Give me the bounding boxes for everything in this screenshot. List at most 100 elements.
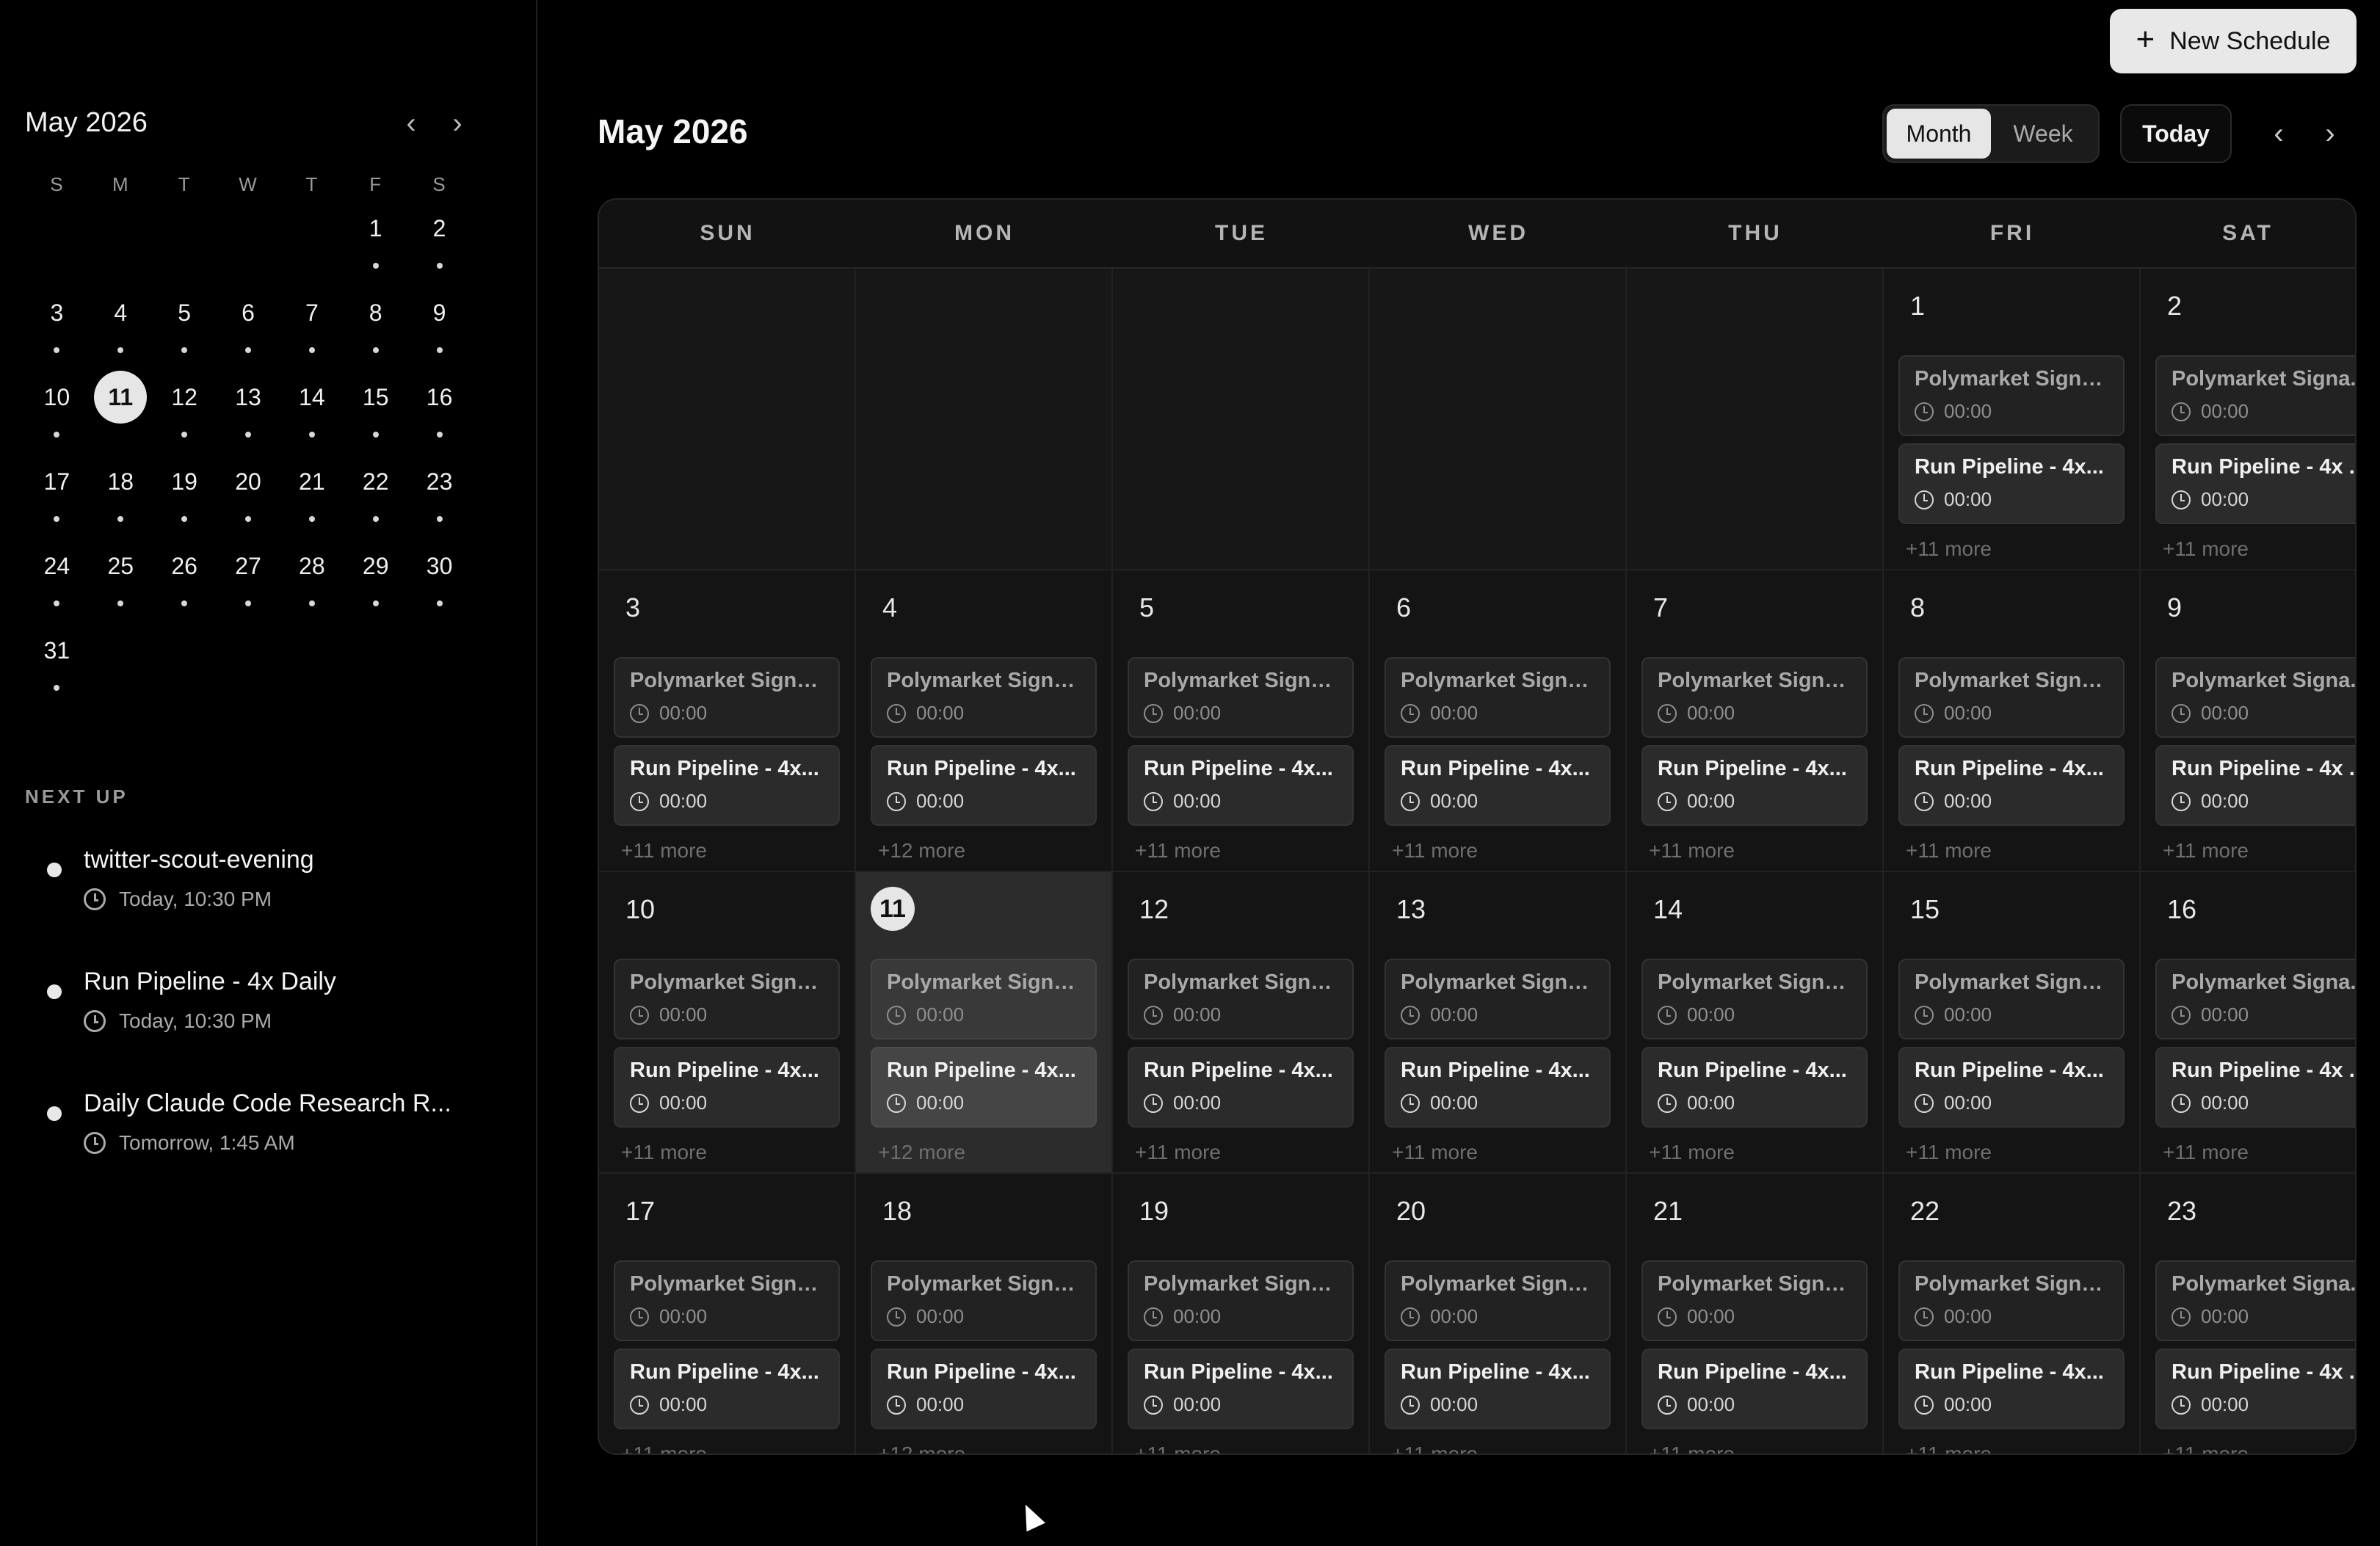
more-events-link[interactable]: +11 more bbox=[1906, 1442, 1992, 1454]
more-events-link[interactable]: +11 more bbox=[2163, 537, 2249, 561]
more-events-link[interactable]: +11 more bbox=[1392, 1141, 1478, 1164]
mini-day[interactable]: 30 bbox=[407, 540, 471, 625]
event-polymarket[interactable]: Polymarket Signa... 00:00 bbox=[614, 959, 840, 1039]
event-run-pipeline[interactable]: Run Pipeline - 4x... 00:00 bbox=[614, 1047, 840, 1128]
new-schedule-button[interactable]: + New Schedule bbox=[2110, 9, 2357, 73]
calendar-day-cell[interactable]: 5 Polymarket Signa... 00:00 Run Pipeline - … bbox=[1113, 570, 1370, 872]
more-events-link[interactable]: +11 more bbox=[621, 1141, 707, 1164]
mini-day[interactable]: 28 bbox=[280, 540, 344, 625]
event-polymarket[interactable]: Polymarket Signa... 00:00 bbox=[1641, 1260, 1868, 1341]
event-run-pipeline[interactable]: Run Pipeline - 4x... 00:00 bbox=[1898, 1047, 2125, 1128]
event-polymarket[interactable]: Polymarket Signa... 00:00 bbox=[1641, 959, 1868, 1039]
mini-day[interactable]: 20 bbox=[217, 456, 280, 540]
more-events-link[interactable]: +11 more bbox=[621, 839, 707, 863]
calendar-day-cell[interactable]: 12 Polymarket Signa... 00:00 Run Pipeline -… bbox=[1113, 872, 1370, 1174]
event-polymarket[interactable]: Polymarket Signa... 00:00 bbox=[871, 959, 1097, 1039]
event-polymarket[interactable]: Polymarket Signa... 00:00 bbox=[1385, 1260, 1611, 1341]
event-run-pipeline[interactable]: Run Pipeline - 4x... 00:00 bbox=[614, 745, 840, 826]
mini-prev-month-chevron-left-icon[interactable]: ‹ bbox=[396, 107, 426, 139]
event-run-pipeline[interactable]: Run Pipeline - 4x... 00:00 bbox=[614, 1349, 840, 1429]
mini-day[interactable]: 22 bbox=[344, 456, 407, 540]
mini-day[interactable]: 14 bbox=[280, 371, 344, 456]
event-polymarket[interactable]: Polymarket Signa... 00:00 bbox=[2155, 1260, 2355, 1341]
event-run-pipeline[interactable]: Run Pipeline - 4x... 00:00 bbox=[1385, 1047, 1611, 1128]
event-run-pipeline[interactable]: Run Pipeline - 4x... 00:00 bbox=[1898, 443, 2125, 524]
event-run-pipeline[interactable]: Run Pipeline - 4x... 00:00 bbox=[1641, 1349, 1868, 1429]
event-run-pipeline[interactable]: Run Pipeline - 4x... 00:00 bbox=[871, 1047, 1097, 1128]
calendar-day-cell[interactable]: 2 Polymarket Signa... 00:00 Run Pipeline - … bbox=[2141, 269, 2355, 570]
mini-day[interactable]: 24 bbox=[25, 540, 89, 625]
calendar-day-cell[interactable]: 9 Polymarket Signa... 00:00 Run Pipeline - … bbox=[2141, 570, 2355, 872]
event-polymarket[interactable]: Polymarket Signa... 00:00 bbox=[2155, 355, 2355, 436]
mini-day[interactable]: 23 bbox=[407, 456, 471, 540]
event-run-pipeline[interactable]: Run Pipeline - 4x ... 00:00 bbox=[2155, 745, 2355, 826]
mini-day[interactable]: 5 bbox=[153, 287, 217, 371]
more-events-link[interactable]: +11 more bbox=[1649, 1442, 1735, 1454]
event-polymarket[interactable]: Polymarket Signa... 00:00 bbox=[1898, 657, 2125, 738]
event-polymarket[interactable]: Polymarket Signa... 00:00 bbox=[1641, 657, 1868, 738]
next-month-chevron-right-icon[interactable]: › bbox=[2315, 117, 2345, 150]
view-week-option[interactable]: Week bbox=[1991, 109, 2095, 159]
mini-day[interactable]: 2 bbox=[407, 203, 471, 287]
more-events-link[interactable]: +12 more bbox=[878, 1141, 965, 1164]
mini-next-month-chevron-right-icon[interactable]: › bbox=[443, 107, 472, 139]
mini-day[interactable]: 15 bbox=[344, 371, 407, 456]
calendar-day-cell[interactable]: 6 Polymarket Signa... 00:00 Run Pipeline - … bbox=[1370, 570, 1627, 872]
event-run-pipeline[interactable]: Run Pipeline - 4x... 00:00 bbox=[871, 1349, 1097, 1429]
event-run-pipeline[interactable]: Run Pipeline - 4x... 00:00 bbox=[1128, 1349, 1354, 1429]
more-events-link[interactable]: +11 more bbox=[1649, 839, 1735, 863]
mini-day[interactable]: 12 bbox=[153, 371, 217, 456]
more-events-link[interactable]: +11 more bbox=[1906, 1141, 1992, 1164]
event-run-pipeline[interactable]: Run Pipeline - 4x ... 00:00 bbox=[2155, 1047, 2355, 1128]
calendar-day-cell[interactable]: 17 Polymarket Signa... 00:00 Run Pipeline -… bbox=[599, 1174, 856, 1454]
more-events-link[interactable]: +12 more bbox=[878, 1442, 965, 1454]
calendar-day-cell[interactable]: 7 Polymarket Signa... 00:00 Run Pipeline - … bbox=[1627, 570, 1884, 872]
next-up-item[interactable]: Daily Claude Code Research R... Tomorrow,… bbox=[25, 1089, 495, 1211]
event-polymarket[interactable]: Polymarket Signa... 00:00 bbox=[1898, 959, 2125, 1039]
calendar-day-cell[interactable]: 11 Polymarket Signa... 00:00 Run Pipeline -… bbox=[856, 872, 1113, 1174]
mini-day[interactable]: 13 bbox=[217, 371, 280, 456]
event-run-pipeline[interactable]: Run Pipeline - 4x... 00:00 bbox=[1128, 1047, 1354, 1128]
more-events-link[interactable]: +12 more bbox=[878, 839, 965, 863]
event-polymarket[interactable]: Polymarket Signa... 00:00 bbox=[1898, 355, 2125, 436]
calendar-day-cell[interactable]: 18 Polymarket Signa... 00:00 Run Pipeline -… bbox=[856, 1174, 1113, 1454]
mini-day[interactable]: 29 bbox=[344, 540, 407, 625]
event-run-pipeline[interactable]: Run Pipeline - 4x... 00:00 bbox=[1641, 745, 1868, 826]
more-events-link[interactable]: +11 more bbox=[1649, 1141, 1735, 1164]
more-events-link[interactable]: +11 more bbox=[1135, 1442, 1221, 1454]
event-polymarket[interactable]: Polymarket Signa... 00:00 bbox=[614, 1260, 840, 1341]
event-run-pipeline[interactable]: Run Pipeline - 4x ... 00:00 bbox=[2155, 1349, 2355, 1429]
event-polymarket[interactable]: Polymarket Signa... 00:00 bbox=[2155, 959, 2355, 1039]
mini-day[interactable]: 27 bbox=[217, 540, 280, 625]
calendar-day-cell[interactable]: 13 Polymarket Signa... 00:00 Run Pipeline -… bbox=[1370, 872, 1627, 1174]
more-events-link[interactable]: +11 more bbox=[1392, 839, 1478, 863]
more-events-link[interactable]: +11 more bbox=[1906, 839, 1992, 863]
calendar-day-cell[interactable]: 14 Polymarket Signa... 00:00 Run Pipeline -… bbox=[1627, 872, 1884, 1174]
mini-day[interactable]: 11 bbox=[89, 371, 153, 456]
more-events-link[interactable]: +11 more bbox=[1135, 1141, 1221, 1164]
more-events-link[interactable]: +11 more bbox=[1906, 537, 1992, 561]
view-month-option[interactable]: Month bbox=[1887, 109, 1991, 159]
next-up-item[interactable]: twitter-scout-evening Today, 10:30 PM bbox=[25, 846, 495, 968]
calendar-day-cell[interactable]: 1 Polymarket Signa... 00:00 Run Pipeline - … bbox=[1884, 269, 2141, 570]
event-polymarket[interactable]: Polymarket Signa... 00:00 bbox=[2155, 657, 2355, 738]
more-events-link[interactable]: +11 more bbox=[1135, 839, 1221, 863]
mini-day[interactable]: 21 bbox=[280, 456, 344, 540]
event-polymarket[interactable]: Polymarket Signa... 00:00 bbox=[871, 657, 1097, 738]
mini-day[interactable]: 6 bbox=[217, 287, 280, 371]
mini-day[interactable]: 31 bbox=[25, 625, 89, 709]
event-run-pipeline[interactable]: Run Pipeline - 4x... 00:00 bbox=[1641, 1047, 1868, 1128]
calendar-day-cell[interactable]: 8 Polymarket Signa... 00:00 Run Pipeline - … bbox=[1884, 570, 2141, 872]
event-polymarket[interactable]: Polymarket Signa... 00:00 bbox=[1128, 1260, 1354, 1341]
calendar-day-cell[interactable]: 3 Polymarket Signa... 00:00 Run Pipeline - … bbox=[599, 570, 856, 872]
calendar-day-cell[interactable]: 20 Polymarket Signa... 00:00 Run Pipeline -… bbox=[1370, 1174, 1627, 1454]
mini-day[interactable]: 10 bbox=[25, 371, 89, 456]
calendar-day-cell[interactable]: 21 Polymarket Signa... 00:00 Run Pipeline -… bbox=[1627, 1174, 1884, 1454]
next-up-item[interactable]: Run Pipeline - 4x Daily Today, 10:30 PM bbox=[25, 968, 495, 1089]
calendar-day-cell[interactable]: 19 Polymarket Signa... 00:00 Run Pipeline -… bbox=[1113, 1174, 1370, 1454]
mini-day[interactable]: 9 bbox=[407, 287, 471, 371]
event-run-pipeline[interactable]: Run Pipeline - 4x... 00:00 bbox=[1898, 1349, 2125, 1429]
event-polymarket[interactable]: Polymarket Signa... 00:00 bbox=[614, 657, 840, 738]
mini-day[interactable]: 19 bbox=[153, 456, 217, 540]
mini-day[interactable]: 25 bbox=[89, 540, 153, 625]
